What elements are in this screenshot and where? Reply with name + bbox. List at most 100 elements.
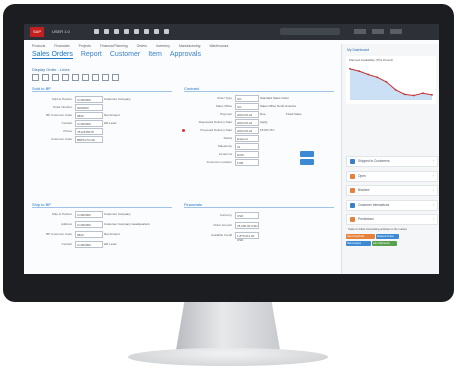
- user-menu-button[interactable]: [390, 29, 402, 34]
- field-note: Standard Sales Order: [260, 96, 290, 100]
- data-point: [394, 88, 397, 91]
- nav-item[interactable]: Products: [32, 44, 45, 48]
- tab-report[interactable]: Report: [81, 51, 102, 59]
- field-input[interactable]: 2003-05-04: [235, 119, 259, 126]
- list-icon[interactable]: [144, 29, 149, 34]
- field-input[interactable]: 7812345678: [75, 128, 103, 135]
- print-icon[interactable]: [72, 74, 79, 81]
- refresh-icon[interactable]: [102, 74, 109, 81]
- tab-customer[interactable]: Customer: [110, 51, 140, 59]
- field-value: 6820: [77, 233, 84, 237]
- field-input[interactable]: USD: [235, 212, 259, 219]
- save-icon[interactable]: [32, 74, 39, 81]
- field-input[interactable]: C1000000: [75, 211, 103, 218]
- field-label: Address: [60, 222, 72, 226]
- field-input[interactable]: 01: [235, 143, 259, 150]
- field-value: C1000000: [77, 223, 91, 227]
- settings-icon[interactable]: [134, 29, 139, 34]
- notifications-button[interactable]: [354, 29, 366, 34]
- panel-row[interactable]: Predictions ›: [346, 214, 438, 225]
- more-icon[interactable]: [112, 74, 119, 81]
- check-button[interactable]: [300, 159, 314, 165]
- nav-item[interactable]: Inventory: [156, 44, 170, 48]
- field-input[interactable]: C1000000: [75, 241, 103, 248]
- field-input[interactable]: 78,000.00 USD: [235, 222, 259, 229]
- apply-button[interactable]: [300, 151, 314, 157]
- top-right-actions: [354, 29, 402, 34]
- help-button[interactable]: [372, 29, 384, 34]
- copy-icon[interactable]: [42, 74, 49, 81]
- field-input[interactable]: 0000000: [75, 104, 103, 111]
- data-point: [385, 80, 388, 83]
- panel-row[interactable]: Open ›: [346, 171, 438, 182]
- link-icon[interactable]: [92, 74, 99, 81]
- field-input[interactable]: 6820: [75, 112, 103, 119]
- nav-item[interactable]: Financials: [54, 44, 69, 48]
- field-label: Status: [223, 136, 232, 140]
- field-input[interactable]: EXW: [235, 151, 259, 158]
- field-input[interactable]: C1000000: [75, 120, 103, 127]
- grid-icon[interactable]: [154, 29, 159, 34]
- field-label: Ship-to Partner: [51, 212, 72, 216]
- panel-row[interactable]: Blocked ›: [346, 185, 438, 196]
- tab-item[interactable]: Item: [148, 51, 162, 59]
- dashboard-panel: My Dashboard Planned Availability (This …: [341, 44, 439, 274]
- field-note: HD Level: [104, 121, 117, 125]
- field-label: Sales Office: [215, 104, 232, 108]
- monitor-stand: [176, 302, 280, 350]
- field-note: Sales Office North America: [260, 104, 296, 108]
- field-value: 01: [237, 145, 241, 149]
- panel-row-label: Shipped to Customers: [358, 159, 390, 163]
- section-sold-to: Sold to BP: [32, 86, 172, 92]
- field-note: Apply: [260, 120, 268, 124]
- data-point: [431, 94, 433, 96]
- attach-icon[interactable]: [82, 74, 89, 81]
- panel-row-label: Predictions: [358, 217, 374, 221]
- field-note: 15:00 UTC: [260, 128, 275, 132]
- field-input[interactable]: Entered: [235, 135, 259, 142]
- field-input[interactable]: 2003-05-04: [235, 127, 259, 134]
- field-input[interactable]: C1000000: [75, 96, 103, 103]
- delete-icon[interactable]: [62, 74, 69, 81]
- monitor-base: [128, 348, 328, 366]
- prediction-tile[interactable]: Late Shipments: [372, 241, 397, 246]
- prediction-tile[interactable]: Risk Analysis: [346, 241, 371, 246]
- field-input[interactable]: 2003-05-04: [235, 111, 259, 118]
- folder-icon: [350, 174, 355, 179]
- prediction-tile[interactable]: Delayed Orders: [376, 234, 399, 239]
- nav-item[interactable]: Orders: [137, 44, 147, 48]
- field-note: HD Level: [104, 242, 117, 246]
- data-point: [421, 92, 424, 95]
- field-input[interactable]: C1000000: [75, 221, 103, 228]
- action-toolbar: [32, 74, 119, 81]
- back-icon[interactable]: [104, 29, 109, 34]
- prediction-tile[interactable]: Upcoming Risks: [346, 234, 375, 239]
- edit-icon[interactable]: [52, 74, 59, 81]
- tab-sales-orders[interactable]: Sales Orders: [32, 51, 73, 59]
- chevron-right-icon: ›: [432, 188, 434, 192]
- nav-item[interactable]: Financial Planning: [100, 44, 128, 48]
- field-label: Order Amount: [213, 223, 232, 227]
- print-icon[interactable]: [164, 29, 169, 34]
- field-value: FOB: [237, 161, 244, 165]
- user-icon[interactable]: [114, 29, 119, 34]
- field-input[interactable]: SO: [235, 95, 259, 102]
- global-search-input[interactable]: [280, 28, 340, 35]
- field-input[interactable]: FOB: [235, 159, 259, 166]
- calendar-icon[interactable]: [124, 29, 129, 34]
- nav-item[interactable]: Manufacturing: [179, 44, 201, 48]
- field-note: Customer Company: [104, 212, 131, 216]
- panel-row[interactable]: Customer Interactions ›: [346, 200, 438, 211]
- field-label: Currency: [219, 213, 232, 217]
- tab-approvals[interactable]: Approvals: [170, 51, 201, 59]
- field-input[interactable]: SO: [235, 103, 259, 110]
- panel-row[interactable]: Shipped to Customers ›: [346, 156, 438, 167]
- field-input[interactable]: 6820: [75, 231, 103, 238]
- home-icon[interactable]: [94, 29, 99, 34]
- chevron-right-icon: ›: [432, 217, 434, 221]
- nav-item[interactable]: Projects: [79, 44, 91, 48]
- field-input[interactable]: 1,875,011.00 USD: [235, 232, 259, 242]
- field-input[interactable]: BBP1073-OE: [75, 136, 103, 143]
- nav-item[interactable]: Warehouses: [209, 44, 228, 48]
- panel-row-label: Blocked: [358, 188, 370, 192]
